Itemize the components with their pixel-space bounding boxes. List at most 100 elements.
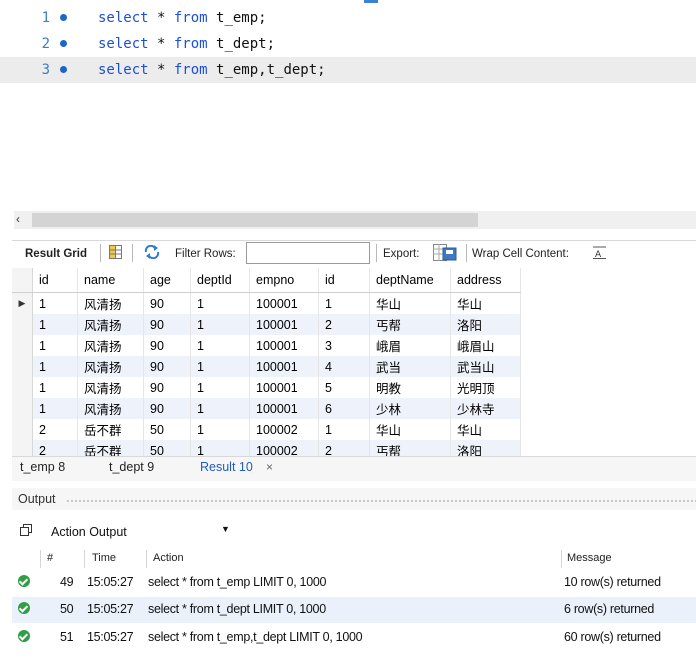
output-drag-handle[interactable] xyxy=(66,499,696,503)
cell-empno[interactable]: 100002 xyxy=(249,419,319,440)
output-type-select[interactable]: Action Output xyxy=(51,525,127,539)
cell-name[interactable]: 风清扬 xyxy=(77,356,144,377)
chevron-down-icon[interactable]: ▼ xyxy=(221,524,230,534)
cell-deptname[interactable]: 丐帮 xyxy=(369,440,451,456)
cell-deptid[interactable]: 1 xyxy=(190,292,250,314)
cell-dept-id[interactable]: 6 xyxy=(318,398,370,419)
cell-age[interactable]: 90 xyxy=(143,292,191,314)
tab-t-emp[interactable]: t_emp 8 xyxy=(20,460,65,474)
cell-id[interactable]: 2 xyxy=(32,440,78,456)
row-selector[interactable] xyxy=(12,440,33,456)
cell-age[interactable]: 90 xyxy=(143,314,191,335)
output-column-action[interactable]: Action xyxy=(153,552,184,564)
cell-age[interactable]: 90 xyxy=(143,398,191,419)
cell-deptid[interactable]: 1 xyxy=(190,335,250,356)
row-selector[interactable]: ▶ xyxy=(12,292,33,314)
code-line-3[interactable]: 3 select * from t_emp,t_dept; xyxy=(0,57,696,83)
table-row[interactable]: 1 风清扬 90 1 100001 5 明教 光明顶 xyxy=(12,377,521,398)
grid-layout-icon[interactable] xyxy=(109,245,122,259)
cell-name[interactable]: 风清扬 xyxy=(77,292,144,314)
cell-name[interactable]: 岳不群 xyxy=(77,419,144,440)
row-selector[interactable] xyxy=(12,314,33,335)
row-selector[interactable] xyxy=(12,419,33,440)
cell-dept-id[interactable]: 1 xyxy=(318,292,370,314)
result-grid-label[interactable]: Result Grid xyxy=(25,248,87,260)
cell-deptname[interactable]: 华山 xyxy=(369,419,451,440)
cell-id[interactable]: 1 xyxy=(32,377,78,398)
cell-deptname[interactable]: 峨眉 xyxy=(369,335,451,356)
column-header-id[interactable]: id xyxy=(318,268,370,293)
sql-editor[interactable]: 1 select * from t_emp; 2 select * from t… xyxy=(0,0,696,210)
cell-empno[interactable]: 100001 xyxy=(249,292,319,314)
tab-t-dept[interactable]: t_dept 9 xyxy=(109,460,154,474)
cell-empno[interactable]: 100001 xyxy=(249,356,319,377)
result-grid[interactable]: id name age deptId empno id deptName add… xyxy=(12,268,696,456)
cell-address[interactable]: 洛阳 xyxy=(450,440,521,456)
export-icon[interactable] xyxy=(433,244,457,261)
output-column-num[interactable]: # xyxy=(47,552,53,564)
cell-age[interactable]: 90 xyxy=(143,335,191,356)
cell-deptname[interactable]: 明教 xyxy=(369,377,451,398)
cell-id[interactable]: 1 xyxy=(32,335,78,356)
cell-dept-id[interactable]: 2 xyxy=(318,440,370,456)
cell-address[interactable]: 武当山 xyxy=(450,356,521,377)
scroll-left-icon[interactable]: ‹ xyxy=(16,212,20,226)
cell-dept-id[interactable]: 3 xyxy=(318,335,370,356)
table-row[interactable]: 1 风清扬 90 1 100001 6 少林 少林寺 xyxy=(12,398,521,419)
table-row[interactable]: 1 风清扬 90 1 100001 2 丐帮 洛阳 xyxy=(12,314,521,335)
column-header-empno[interactable]: empno xyxy=(249,268,319,293)
cell-address[interactable]: 峨眉山 xyxy=(450,335,521,356)
cell-deptid[interactable]: 1 xyxy=(190,314,250,335)
column-header-age[interactable]: age xyxy=(143,268,191,293)
cell-address[interactable]: 光明顶 xyxy=(450,377,521,398)
wrap-cell-content-icon[interactable]: A xyxy=(593,246,606,259)
close-tab-icon[interactable]: × xyxy=(266,460,273,474)
cell-age[interactable]: 50 xyxy=(143,440,191,456)
output-row[interactable]: 50 15:05:27 select * from t_dept LIMIT 0… xyxy=(12,597,696,623)
cell-name[interactable]: 风清扬 xyxy=(77,398,144,419)
cell-dept-id[interactable]: 5 xyxy=(318,377,370,398)
output-column-message[interactable]: Message xyxy=(567,552,612,564)
cell-address[interactable]: 华山 xyxy=(450,419,521,440)
table-row[interactable]: 1 风清扬 90 1 100001 3 峨眉 峨眉山 xyxy=(12,335,521,356)
column-header-address[interactable]: address xyxy=(450,268,521,293)
table-row[interactable]: ▶ 1 风清扬 90 1 100001 1 华山 华山 xyxy=(12,292,521,314)
copy-icon[interactable] xyxy=(20,524,32,536)
cell-name[interactable]: 风清扬 xyxy=(77,314,144,335)
table-row[interactable]: 2 岳不群 50 1 100002 1 华山 华山 xyxy=(12,419,521,440)
cell-id[interactable]: 2 xyxy=(32,419,78,440)
cell-address[interactable]: 华山 xyxy=(450,292,521,314)
cell-deptid[interactable]: 1 xyxy=(190,377,250,398)
table-row[interactable]: 1 风清扬 90 1 100001 4 武当 武当山 xyxy=(12,356,521,377)
row-selector[interactable] xyxy=(12,335,33,356)
cell-deptid[interactable]: 1 xyxy=(190,398,250,419)
cell-name[interactable]: 风清扬 xyxy=(77,377,144,398)
cell-age[interactable]: 50 xyxy=(143,419,191,440)
cell-empno[interactable]: 100001 xyxy=(249,398,319,419)
cell-deptname[interactable]: 武当 xyxy=(369,356,451,377)
cell-id[interactable]: 1 xyxy=(32,398,78,419)
cell-id[interactable]: 1 xyxy=(32,356,78,377)
cell-id[interactable]: 1 xyxy=(32,314,78,335)
cell-empno[interactable]: 100001 xyxy=(249,377,319,398)
row-selector[interactable] xyxy=(12,377,33,398)
cell-empno[interactable]: 100001 xyxy=(249,335,319,356)
code-line-2[interactable]: 2 select * from t_dept; xyxy=(0,31,696,57)
cell-dept-id[interactable]: 1 xyxy=(318,419,370,440)
row-selector[interactable] xyxy=(12,356,33,377)
code-line-1[interactable]: 1 select * from t_emp; xyxy=(0,5,696,31)
cell-address[interactable]: 少林寺 xyxy=(450,398,521,419)
cell-id[interactable]: 1 xyxy=(32,292,78,314)
cell-name[interactable]: 风清扬 xyxy=(77,335,144,356)
cell-deptname[interactable]: 丐帮 xyxy=(369,314,451,335)
column-header-deptname[interactable]: deptName xyxy=(369,268,451,293)
cell-address[interactable]: 洛阳 xyxy=(450,314,521,335)
cell-dept-id[interactable]: 4 xyxy=(318,356,370,377)
cell-deptname[interactable]: 少林 xyxy=(369,398,451,419)
tab-result-10[interactable]: Result 10 xyxy=(200,460,253,474)
cell-age[interactable]: 90 xyxy=(143,356,191,377)
column-header-name[interactable]: name xyxy=(77,268,144,293)
cell-empno[interactable]: 100001 xyxy=(249,314,319,335)
output-row[interactable]: 49 15:05:27 select * from t_emp LIMIT 0,… xyxy=(12,570,696,596)
filter-refresh-icon[interactable] xyxy=(144,245,160,259)
